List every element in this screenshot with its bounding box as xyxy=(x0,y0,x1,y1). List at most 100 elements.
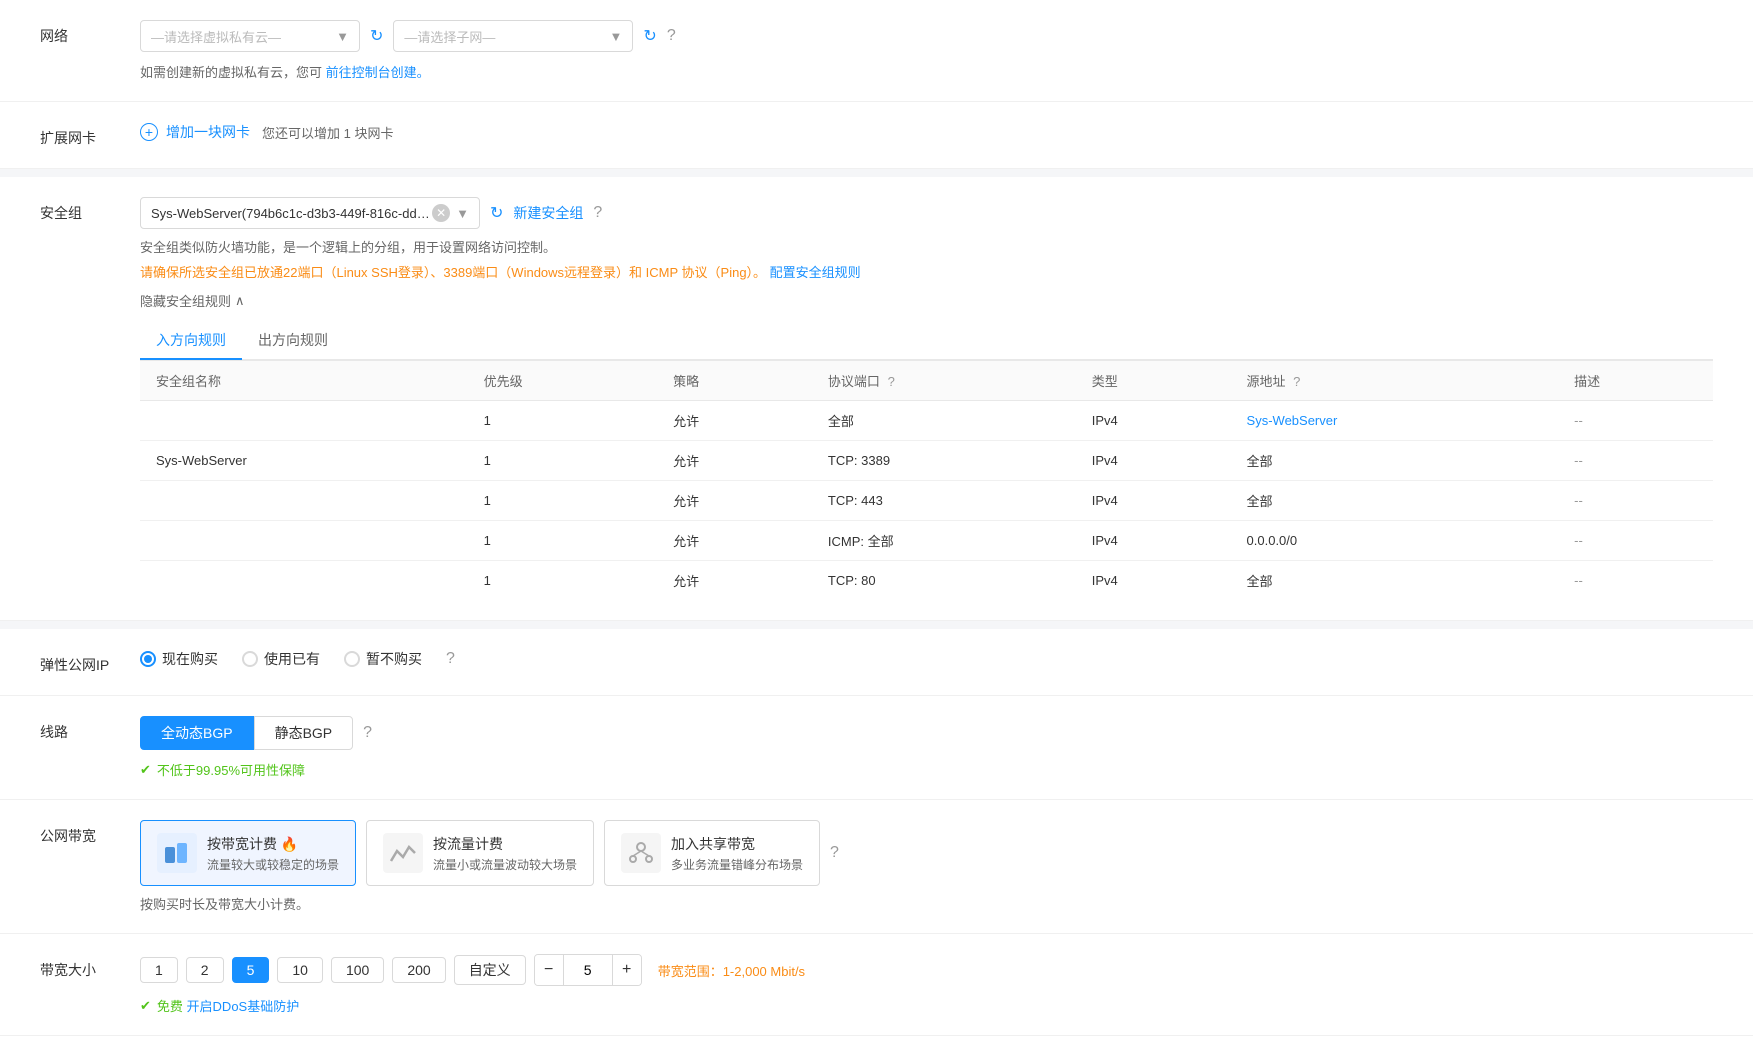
radio-use-existing[interactable]: 使用已有 xyxy=(242,649,320,669)
th-source: 源地址 ? xyxy=(1231,361,1559,401)
sg-clear-icon[interactable]: ✕ xyxy=(432,204,450,222)
page-container: 网络 —请选择虚拟私有云— ▼ ↻ —请选择子网— ▼ ↻ ? 如需创建新的虚拟… xyxy=(0,0,1753,1036)
th-source-help-icon[interactable]: ? xyxy=(1293,374,1300,389)
vpc-dropdown-icon: ▼ xyxy=(336,29,349,44)
bw-size-2[interactable]: 2 xyxy=(186,957,224,983)
radio-use-existing-label: 使用已有 xyxy=(264,649,320,669)
ddos-link[interactable]: 免费 开启DDoS基础防护 xyxy=(157,996,299,1015)
table-cell: 全部 xyxy=(1231,481,1559,521)
elastic-ip-label: 弹性公网IP xyxy=(40,649,140,675)
sg-toggle-label: 隐藏安全组规则 xyxy=(140,291,231,310)
bw-size-custom[interactable]: 自定义 xyxy=(454,955,526,985)
bw-traffic-title: 按流量计费 xyxy=(433,834,577,854)
bw-size-100[interactable]: 100 xyxy=(331,957,384,983)
add-nic-button[interactable]: + 增加一块网卡 xyxy=(140,122,250,142)
sg-content: Sys-WebServer(794b6c1c-d3b3-449f-816c-dd… xyxy=(140,197,1713,600)
public-bw-label: 公网带宽 xyxy=(40,820,140,913)
th-sg-name: 安全组名称 xyxy=(140,361,468,401)
vpc-placeholder: —请选择虚拟私有云— xyxy=(151,27,281,46)
sg-row: Sys-WebServer(794b6c1c-d3b3-449f-816c-dd… xyxy=(140,197,1713,229)
sg-warning: 请确保所选安全组已放通22端口（Linux SSH登录）、3389端口（Wind… xyxy=(140,262,1713,281)
bw-purchase-hint: 按购买时长及带宽大小计费。 xyxy=(140,894,1713,913)
sg-rules-toggle[interactable]: 隐藏安全组规则 ∧ xyxy=(140,291,1713,310)
table-row: 1允许全部IPv4Sys-WebServer-- xyxy=(140,401,1713,441)
line-section: 线路 全动态BGP 静态BGP ? ✔ 不低于99.95%可用性保障 xyxy=(0,696,1753,800)
table-cell: 允许 xyxy=(657,481,812,521)
line-btn-group: 全动态BGP 静态BGP xyxy=(140,716,353,750)
sg-toggle-chevron-icon: ∧ xyxy=(235,293,245,309)
bw-size-1[interactable]: 1 xyxy=(140,957,178,983)
bw-card-shared[interactable]: 加入共享带宽 多业务流量错峰分布场景 xyxy=(604,820,820,886)
line-content: 全动态BGP 静态BGP ? ✔ 不低于99.95%可用性保障 xyxy=(140,716,1713,779)
availability-text: 不低于99.95%可用性保障 xyxy=(157,760,305,779)
sg-refresh-icon[interactable]: ↻ xyxy=(490,203,503,223)
radio-skip[interactable]: 暂不购买 xyxy=(344,649,422,669)
public-bw-section: 公网带宽 按带宽计费 🔥 流量较大或较稳定的场景 xyxy=(0,800,1753,934)
create-vpc-link[interactable]: 前往控制台创建。 xyxy=(326,65,430,80)
th-protocol-help-icon[interactable]: ? xyxy=(888,374,895,389)
table-cell: ICMP: 全部 xyxy=(812,521,1076,561)
table-cell: 全部 xyxy=(812,401,1076,441)
elastic-ip-content: 现在购买 使用已有 暂不购买 ? xyxy=(140,649,1713,675)
subnet-placeholder: —请选择子网— xyxy=(404,27,495,46)
add-nic-icon: + xyxy=(140,123,158,141)
radio-skip-label: 暂不购买 xyxy=(366,649,422,669)
bw-shared-subtitle: 多业务流量错峰分布场景 xyxy=(671,856,803,873)
check-circle-icon: ✔ xyxy=(140,762,151,778)
subnet-refresh-icon[interactable]: ↻ xyxy=(643,26,656,46)
line-btn-bgp-static[interactable]: 静态BGP xyxy=(254,716,354,750)
table-cell: 1 xyxy=(468,401,657,441)
bw-card-by-bandwidth[interactable]: 按带宽计费 🔥 流量较大或较稳定的场景 xyxy=(140,820,356,886)
tab-inbound[interactable]: 入方向规则 xyxy=(140,322,242,360)
table-cell: 1 xyxy=(468,481,657,521)
new-sg-button[interactable]: 新建安全组 xyxy=(513,203,583,223)
sg-select[interactable]: Sys-WebServer(794b6c1c-d3b3-449f-816c-dd… xyxy=(140,197,480,229)
vpc-refresh-icon[interactable]: ↻ xyxy=(370,26,383,46)
add-nic-hint: 您还可以增加 1 块网卡 xyxy=(262,123,393,142)
availability-hint: ✔ 不低于99.95%可用性保障 xyxy=(140,760,1713,779)
bw-size-5[interactable]: 5 xyxy=(232,957,270,983)
th-priority: 优先级 xyxy=(468,361,657,401)
config-sg-link[interactable]: 配置安全组规则 xyxy=(770,265,861,280)
bw-size-content: 1 2 5 10 100 200 xyxy=(140,954,1713,1015)
radio-circle-skip xyxy=(344,651,360,667)
th-type: 类型 xyxy=(1076,361,1231,401)
elastic-ip-help-icon[interactable]: ? xyxy=(446,650,455,668)
table-cell: TCP: 3389 xyxy=(812,441,1076,481)
table-cell: -- xyxy=(1558,521,1713,561)
line-btn-bgp-dynamic[interactable]: 全动态BGP xyxy=(140,716,254,750)
table-cell: 全部 xyxy=(1231,441,1559,481)
line-help-icon[interactable]: ? xyxy=(363,724,372,742)
table-cell: -- xyxy=(1558,481,1713,521)
elastic-ip-radio-group: 现在购买 使用已有 暂不购买 ? xyxy=(140,649,1713,669)
th-policy: 策略 xyxy=(657,361,812,401)
bw-size-10[interactable]: 10 xyxy=(277,957,323,983)
radio-buy-now[interactable]: 现在购买 xyxy=(140,649,218,669)
tab-outbound[interactable]: 出方向规则 xyxy=(242,322,344,360)
table-cell xyxy=(140,561,468,601)
bw-traffic-text: 按流量计费 流量小或流量波动较大场景 xyxy=(433,834,577,873)
bw-shared-title: 加入共享带宽 xyxy=(671,834,803,854)
bw-type-help-icon[interactable]: ? xyxy=(830,844,839,862)
bw-shared-icon xyxy=(621,833,661,873)
bw-increase-button[interactable]: + xyxy=(613,955,641,985)
bw-value-input[interactable]: 5 xyxy=(563,955,613,985)
table-cell xyxy=(140,521,468,561)
elastic-ip-section: 弹性公网IP 现在购买 使用已有 暂不购买 ? xyxy=(0,629,1753,696)
bw-card-by-traffic[interactable]: 按流量计费 流量小或流量波动较大场景 xyxy=(366,820,594,886)
network-help-icon[interactable]: ? xyxy=(667,27,676,45)
bw-size-label: 带宽大小 xyxy=(40,954,140,1015)
bw-size-options: 1 2 5 10 100 200 xyxy=(140,955,526,985)
subnet-select[interactable]: —请选择子网— ▼ xyxy=(393,20,633,52)
table-cell: 全部 xyxy=(1231,561,1559,601)
table-cell: 允许 xyxy=(657,401,812,441)
vpc-select[interactable]: —请选择虚拟私有云— ▼ xyxy=(140,20,360,52)
table-cell: 允许 xyxy=(657,561,812,601)
table-row: 1允许ICMP: 全部IPv40.0.0.0/0-- xyxy=(140,521,1713,561)
th-desc: 描述 xyxy=(1558,361,1713,401)
sg-help-icon[interactable]: ? xyxy=(593,204,602,222)
table-cell: 允许 xyxy=(657,521,812,561)
table-cell[interactable]: Sys-WebServer xyxy=(1231,401,1559,441)
bw-size-200[interactable]: 200 xyxy=(392,957,445,983)
bw-decrease-button[interactable]: − xyxy=(535,955,563,985)
